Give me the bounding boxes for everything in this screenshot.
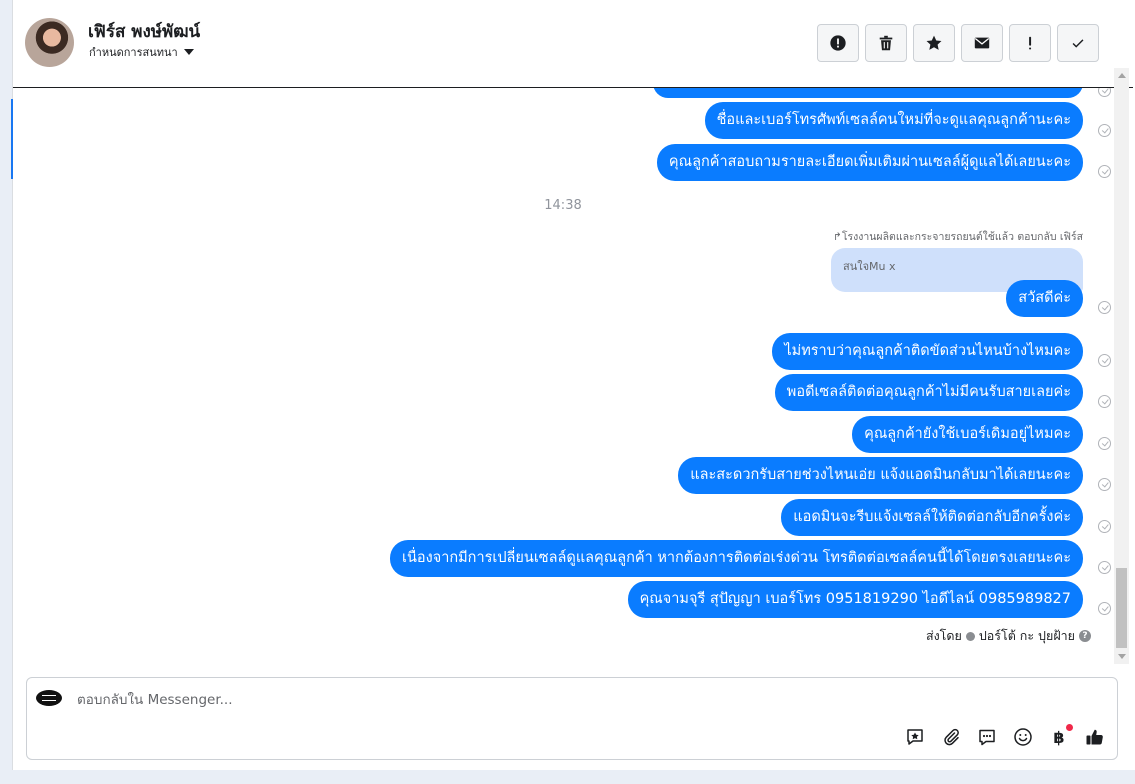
attach-file-button[interactable] [940,726,962,748]
exclamation-icon [1029,36,1032,50]
sent-by-prefix: ส่งโดย [925,628,962,643]
time-separator: 14:38 [544,198,582,213]
report-spam-button[interactable] [817,24,859,62]
seen-check-icon [1098,354,1111,367]
reply-input[interactable] [75,688,879,712]
seen-check-icon [1098,520,1111,533]
page-logo-icon [36,690,62,706]
message-bubble[interactable]: คุณลูกค้ายังใช้เบอร์เดิมอยู่ไหมคะ [852,416,1083,453]
avatar[interactable] [25,18,74,67]
seen-check-icon [1098,561,1111,574]
alert-circle-icon [830,35,846,51]
follow-up-button[interactable] [1009,24,1051,62]
assign-conversation-dropdown[interactable]: กำหนดการสนทนา [89,43,194,61]
saved-replies-button[interactable] [904,726,926,748]
assign-label: กำหนดการสนทนา [89,46,178,59]
message-bubble[interactable]: พอดีเซลล์ติดต่อคุณลูกค้าไม่มีคนรับสายเลย… [774,374,1083,411]
emoji-button[interactable] [1012,726,1034,748]
caret-down-icon [183,49,194,55]
scrollbar-thumb[interactable] [1116,568,1127,648]
scroll-down-arrow-icon[interactable] [1114,649,1129,664]
message-bubble[interactable]: คุณจามจุรี สุปัญญา เบอร์โทร 0951819290 ไ… [627,581,1083,618]
like-button[interactable] [1084,726,1106,748]
message-bubble[interactable]: คุณลูกค้าสอบถามรายละเอียดเพิ่มเติมผ่านเซ… [656,144,1083,181]
payment-request-button[interactable]: ฿ [1048,724,1073,748]
contact-name[interactable]: เฟิร์ส พงษ์พัฒน์ [88,18,200,45]
conversation-panel: เฟิร์ส พงษ์พัฒน์ กำหนดการสนทนา ชื่อและเบ [11,0,1135,770]
delete-button[interactable] [865,24,907,62]
seen-check-icon [1098,437,1111,450]
message-bubble[interactable]: ชื่อและเบอร์โทรศัพท์เซลล์คนใหม่ที่จะดูแล… [704,102,1083,139]
envelope-icon [974,37,990,49]
seen-check-icon [1098,301,1111,314]
trash-icon [879,35,893,51]
seen-check-icon [1098,395,1111,408]
message-bubble[interactable]: และสะดวกรับสายช่วงไหนเอ่ย แจ้งแอดมินกลับ… [678,457,1083,494]
message-bubble[interactable] [653,88,1083,98]
conversation-header: เฟิร์ส พงษ์พัฒน์ กำหนดการสนทนา [13,0,1133,88]
seen-check-icon [1098,478,1111,491]
sent-by-name[interactable]: ปอร์โต้ กะ ปุยฝ้าย [979,626,1075,646]
reply-context: ↱โรงงานผลิตและกระจายรถยนต์ใช้แล้ว ตอบกลั… [833,228,1083,245]
star-button[interactable] [913,24,955,62]
quick-replies-button[interactable] [976,726,998,748]
seen-check-icon [1098,88,1111,97]
message-list[interactable]: ชื่อและเบอร์โทรศัพท์เซลล์คนใหม่ที่จะดูแล… [13,88,1113,664]
star-icon [926,35,942,50]
reply-arrow-icon: ↱ [833,231,842,243]
message-bubble[interactable]: เนื่องจากมีการเปลี่ยนเซลล์ดูแลคุณลูกค้า … [390,540,1083,577]
reply-meta-text: โรงงานผลิตและกระจายรถยนต์ใช้แล้ว ตอบกลับ… [841,231,1083,243]
seen-check-icon [1098,165,1111,178]
message-bubble[interactable]: ไม่ทราบว่าคุณลูกค้าติดขัดส่วนไหนบ้างไหมค… [772,333,1083,370]
message-composer: ฿ [26,677,1118,760]
saved-reply-icon [907,729,923,745]
smiley-icon [1014,728,1032,746]
thumbs-up-icon [1086,729,1103,745]
baht-icon: ฿ [1053,727,1065,747]
message-bubble[interactable]: แอดมินจะรีบแจ้งเซลล์ให้ติดต่อกลับอีกครั้… [781,499,1083,536]
message-bubble[interactable]: สวัสดีค่ะ [1006,280,1083,317]
scrollbar[interactable] [1114,68,1129,664]
sent-by-info: ส่งโดย ปอร์โต้ กะ ปุยฝ้าย ? [926,626,1091,646]
help-icon[interactable]: ? [1079,630,1091,642]
sender-dot-icon [965,631,975,641]
check-icon [1072,39,1084,48]
mark-done-button[interactable] [1057,24,1099,62]
paperclip-icon [944,728,959,746]
chat-bubble-icon [979,729,995,746]
mark-unread-button[interactable] [961,24,1003,62]
notification-dot [1066,724,1073,731]
seen-check-icon [1098,602,1111,615]
seen-check-icon [1098,124,1111,137]
scroll-up-arrow-icon[interactable] [1114,68,1129,83]
